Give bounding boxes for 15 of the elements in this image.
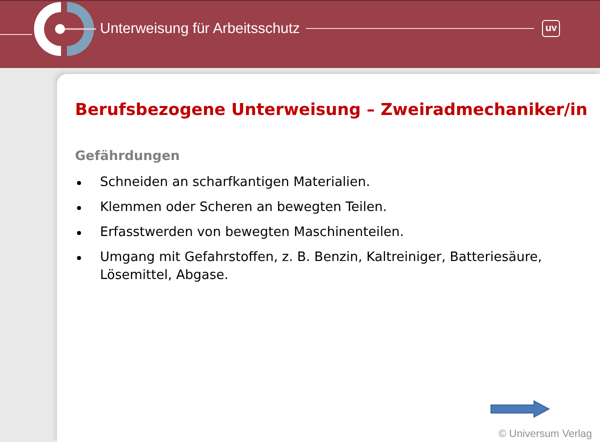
- app-title: Unterweisung für Arbeitsschutz: [100, 20, 300, 36]
- bullet-text: Erfasstwerden von bewegten Maschinenteilen.: [100, 224, 404, 242]
- bullet-text: Umgang mit Gefahrstoffen, z. B. Benzin, Kaltreiniger, Batteriesäure, Lösemittel, Abgase.: [100, 249, 543, 285]
- bullet-icon: [77, 256, 81, 260]
- bullet-icon: [77, 231, 81, 235]
- bullet-icon: [77, 206, 81, 210]
- copyright-text: © Universum Verlag: [498, 428, 592, 440]
- bullet-text: Schneiden an scharfkantigen Materialien.: [100, 174, 370, 192]
- section-heading: Gefährdungen: [75, 149, 181, 164]
- bullet-icon: [77, 181, 81, 185]
- publisher-logo: uv: [542, 20, 560, 37]
- bullet-text: Klemmen oder Scheren an bewegten Teilen.: [100, 199, 387, 217]
- slide-title: Berufsbezogene Unterweisung – Zweiradmechaniker/in: [75, 100, 588, 119]
- logo-icon: [32, 0, 98, 58]
- next-arrow-icon[interactable]: [490, 400, 550, 418]
